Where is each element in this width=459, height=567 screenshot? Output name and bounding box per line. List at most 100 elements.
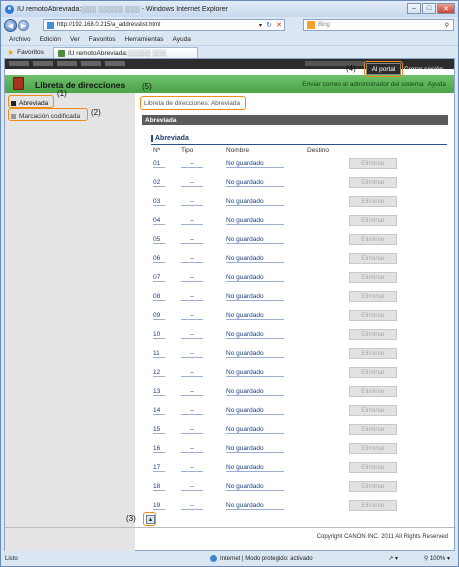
delete-button[interactable]: Eliminar: [349, 234, 397, 245]
entry-number-link[interactable]: 06: [153, 255, 165, 263]
dropdown-icon[interactable]: ▾: [259, 22, 262, 29]
favorites-button[interactable]: Favoritos: [17, 49, 44, 56]
entry-number-link[interactable]: 02: [153, 179, 165, 187]
menu-archivo[interactable]: Archivo: [9, 36, 31, 43]
table-row: 15 – No guardado Eliminar: [140, 422, 452, 441]
entry-type: –: [181, 464, 203, 472]
sidebar: Abreviada Marcación codificada: [5, 93, 135, 552]
col-type: Tipo: [181, 147, 194, 154]
entry-number-link[interactable]: 01: [153, 160, 165, 168]
delete-button[interactable]: Eliminar: [349, 424, 397, 435]
entry-name-link[interactable]: No guardado: [226, 350, 284, 358]
entry-number-link[interactable]: 04: [153, 217, 165, 225]
entry-name-link[interactable]: No guardado: [226, 198, 284, 206]
table-row: 04 – No guardado Eliminar: [140, 213, 452, 232]
entry-number-link[interactable]: 11: [153, 350, 165, 358]
col-destination: Destino: [307, 147, 330, 154]
search-box[interactable]: Bing ⚲: [303, 19, 454, 31]
table-row: 07 – No guardado Eliminar: [140, 270, 452, 289]
entry-number-link[interactable]: 13: [153, 388, 165, 396]
entry-number-link[interactable]: 07: [153, 274, 165, 282]
entry-name-link[interactable]: No guardado: [226, 293, 284, 301]
entry-type: –: [181, 388, 203, 396]
table-row: 05 – No guardado Eliminar: [140, 232, 452, 251]
logout-link[interactable]: Cerrar sesión: [404, 66, 443, 73]
search-icon[interactable]: ⚲: [445, 22, 449, 29]
stop-icon[interactable]: ✕: [276, 21, 282, 29]
entry-type: –: [181, 426, 203, 434]
entry-name-link[interactable]: No guardado: [226, 255, 284, 263]
entry-name-link[interactable]: No guardado: [226, 331, 284, 339]
protected-mode-icon[interactable]: ↗ ▾: [388, 555, 398, 562]
entry-number-link[interactable]: 12: [153, 369, 165, 377]
entry-name-link[interactable]: No guardado: [226, 274, 284, 282]
entry-number-link[interactable]: 18: [153, 483, 165, 491]
delete-button[interactable]: Eliminar: [349, 405, 397, 416]
zoom-control[interactable]: ⚲ 100% ▾: [424, 555, 450, 562]
status-bar: Listo Internet | Modo protegido: activad…: [1, 551, 458, 566]
entry-number-link[interactable]: 16: [153, 445, 165, 453]
menu-edicion[interactable]: Edición: [40, 36, 61, 43]
entry-name-link[interactable]: No guardado: [226, 312, 284, 320]
entry-name-link[interactable]: No guardado: [226, 160, 284, 168]
entry-name-link[interactable]: No guardado: [226, 445, 284, 453]
refresh-icon[interactable]: ↻: [266, 21, 272, 29]
delete-button[interactable]: Eliminar: [349, 500, 397, 511]
delete-button[interactable]: Eliminar: [349, 443, 397, 454]
entry-type: –: [181, 312, 203, 320]
delete-button[interactable]: Eliminar: [349, 386, 397, 397]
entry-number-link[interactable]: 09: [153, 312, 165, 320]
tab-title: IU remotoAbreviada:░░░░░ ░░░: [68, 50, 167, 57]
entry-name-link[interactable]: No guardado: [226, 179, 284, 187]
entry-name-link[interactable]: No guardado: [226, 483, 284, 491]
delete-button[interactable]: Eliminar: [349, 177, 397, 188]
window-title: IU remotoAbreviada:░░░ ░░░░░ ░░░ - Windo…: [17, 5, 228, 13]
menu-ver[interactable]: Ver: [70, 36, 80, 43]
delete-button[interactable]: Eliminar: [349, 158, 397, 169]
delete-button[interactable]: Eliminar: [349, 291, 397, 302]
entry-name-link[interactable]: No guardado: [226, 388, 284, 396]
help-link[interactable]: Ayuda: [428, 81, 446, 88]
entry-number-link[interactable]: 10: [153, 331, 165, 339]
annotation-box-5: [140, 96, 246, 110]
email-admin-link[interactable]: Enviar correo al administrador del siste…: [302, 81, 423, 88]
entry-number-link[interactable]: 17: [153, 464, 165, 472]
menu-favoritos[interactable]: Favoritos: [89, 36, 116, 43]
menu-herramientas[interactable]: Herramientas: [125, 36, 164, 43]
delete-button[interactable]: Eliminar: [349, 329, 397, 340]
entry-number-link[interactable]: 14: [153, 407, 165, 415]
entry-name-link[interactable]: No guardado: [226, 407, 284, 415]
delete-button[interactable]: Eliminar: [349, 253, 397, 264]
delete-button[interactable]: Eliminar: [349, 272, 397, 283]
delete-button[interactable]: Eliminar: [349, 196, 397, 207]
close-button[interactable]: ✕: [437, 3, 455, 14]
minimize-button[interactable]: –: [407, 3, 421, 14]
entry-number-link[interactable]: 15: [153, 426, 165, 434]
entry-number-link[interactable]: 08: [153, 293, 165, 301]
forward-button[interactable]: ▶: [18, 20, 29, 31]
entry-name-link[interactable]: No guardado: [226, 464, 284, 472]
delete-button[interactable]: Eliminar: [349, 481, 397, 492]
delete-button[interactable]: Eliminar: [349, 348, 397, 359]
entry-number-link[interactable]: 05: [153, 236, 165, 244]
entry-number-link[interactable]: 03: [153, 198, 165, 206]
entry-name-link[interactable]: No guardado: [226, 426, 284, 434]
entry-name-link[interactable]: No guardado: [226, 369, 284, 377]
menu-ayuda[interactable]: Ayuda: [173, 36, 191, 43]
delete-button[interactable]: Eliminar: [349, 215, 397, 226]
entry-name-link[interactable]: No guardado: [226, 217, 284, 225]
maximize-button[interactable]: □: [422, 3, 436, 14]
back-button[interactable]: ◀: [4, 19, 17, 32]
delete-button[interactable]: Eliminar: [349, 310, 397, 321]
entry-name-link[interactable]: No guardado: [226, 236, 284, 244]
entry-name-link[interactable]: No guardado: [226, 502, 284, 510]
delete-button[interactable]: Eliminar: [349, 462, 397, 473]
annotation-box-2: [8, 108, 88, 121]
address-book-icon: [13, 77, 24, 90]
address-bar[interactable]: http://192.168.0.215/a_addresslist.html …: [43, 19, 285, 31]
table-row: 10 – No guardado Eliminar: [140, 327, 452, 346]
page-icon: [47, 21, 54, 29]
table-row: 08 – No guardado Eliminar: [140, 289, 452, 308]
delete-button[interactable]: Eliminar: [349, 367, 397, 378]
entry-number-link[interactable]: 19: [153, 502, 165, 510]
